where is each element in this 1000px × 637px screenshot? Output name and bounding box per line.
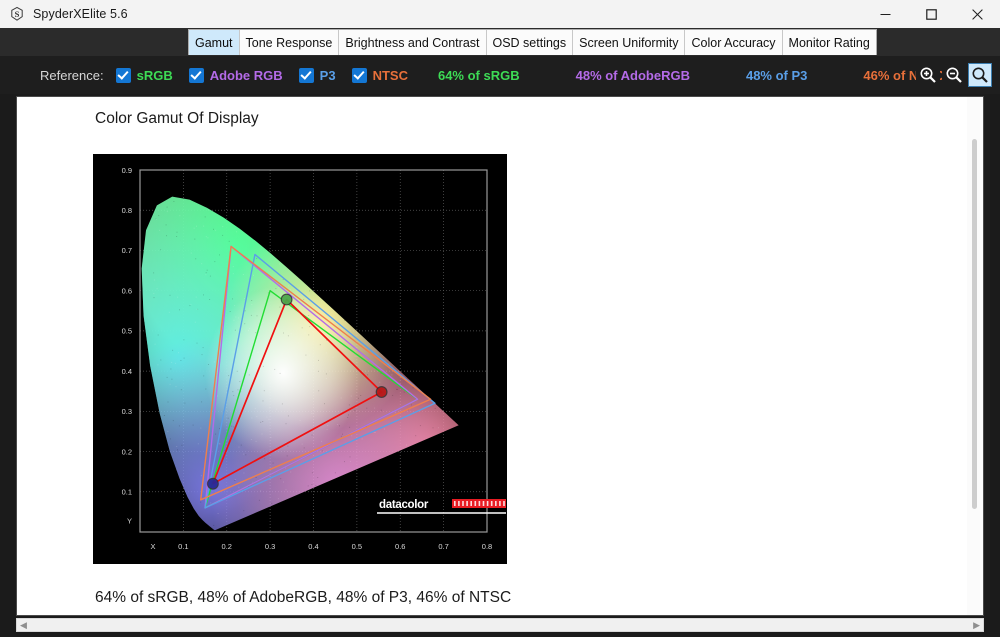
- axis-tick-label: 0.7: [122, 246, 132, 255]
- cie-chromaticity-chart: 0.1 0.2 0.3 0.4 0.5 0.6 0.7 0.8 0.1 0.2 0.3 0.4 0.5 0…: [93, 154, 507, 564]
- tab-gamut[interactable]: Gamut: [189, 30, 240, 55]
- tab-label: Monitor Rating: [788, 35, 870, 50]
- title-bar: S SpyderXElite 5.6: [0, 0, 1000, 29]
- tab-label: Brightness and Contrast: [345, 35, 480, 50]
- axis-tick-label: 0.8: [482, 542, 492, 551]
- reference-item-p3[interactable]: P3: [298, 67, 336, 83]
- axis-tick-label: 0.4: [122, 367, 132, 376]
- axis-tick-label: 0.8: [122, 206, 132, 215]
- reference-name: P3: [319, 67, 336, 83]
- axis-tick-label: 0.2: [122, 447, 132, 456]
- zoom-tool-group: [916, 63, 992, 87]
- axis-tick-label: 0.3: [122, 407, 132, 416]
- reference-label: Reference:: [40, 67, 104, 83]
- axis-tick-label: 0.9: [122, 166, 132, 175]
- tab-screen-uniformity[interactable]: Screen Uniformity: [573, 30, 686, 55]
- tab-brightness-and-contrast[interactable]: Brightness and Contrast: [339, 30, 487, 55]
- reference-item-srgb[interactable]: sRGB: [115, 67, 173, 83]
- coverage-adobergb: 48% of AdobeRGB: [575, 67, 690, 83]
- x-axis-label: X: [151, 542, 156, 551]
- checkbox-srgb[interactable]: [115, 67, 131, 83]
- tab-list: Gamut Tone Response Brightness and Contras…: [188, 29, 877, 55]
- reference-checkbox-group: sRGB Adobe RGB P3 NTSC: [115, 67, 424, 83]
- tab-label: OSD settings: [492, 35, 567, 50]
- reference-item-adobe-rgb[interactable]: Adobe RGB: [188, 67, 283, 83]
- axis-tick-label: 0.1: [122, 488, 132, 497]
- reference-item-ntsc[interactable]: NTSC: [351, 67, 408, 83]
- scroll-left-arrow-icon[interactable]: ◀: [17, 620, 30, 630]
- axis-tick-label: 0.4: [308, 542, 318, 551]
- tab-monitor-rating[interactable]: Monitor Rating: [782, 30, 876, 55]
- spyder-s-icon: S: [9, 6, 25, 22]
- tab-label: Color Accuracy: [691, 35, 776, 50]
- page-title: Color Gamut Of Display: [95, 110, 259, 127]
- axis-tick-label: 0.3: [265, 542, 275, 551]
- scroll-right-arrow-icon[interactable]: ▶: [970, 620, 983, 630]
- tab-label: Gamut: [195, 35, 233, 50]
- coverage-p3: 48% of P3: [745, 67, 808, 83]
- window-controls: [862, 0, 1000, 28]
- axis-tick-label: 0.6: [122, 286, 132, 295]
- tab-strip: Gamut Tone Response Brightness and Contras…: [0, 28, 1000, 56]
- horizontal-scrollbar[interactable]: ◀ ▶: [16, 618, 984, 632]
- spyderx-elite-window: S SpyderXElite 5.6 Gamut Tone Response Bri…: [0, 0, 1000, 637]
- reference-name: Adobe RGB: [209, 67, 283, 83]
- svg-text:datacolor: datacolor: [379, 499, 429, 511]
- window-title: SpyderXElite 5.6: [33, 7, 128, 21]
- axis-tick-label: 0.5: [352, 542, 362, 551]
- axis-tick-label: 0.1: [178, 542, 188, 551]
- minimize-button[interactable]: [862, 0, 908, 28]
- maximize-button[interactable]: [908, 0, 954, 28]
- checkbox-adobe-rgb[interactable]: [188, 67, 204, 83]
- gamut-vertex-marker-blue: [206, 477, 219, 490]
- gamut-vertex-marker-green: [280, 293, 293, 306]
- svg-text:S: S: [15, 9, 20, 19]
- tab-osd-settings[interactable]: OSD settings: [486, 30, 574, 55]
- tab-label: Screen Uniformity: [579, 35, 679, 50]
- checkbox-ntsc[interactable]: [351, 67, 367, 83]
- axis-tick-label: 0.2: [222, 542, 232, 551]
- reference-toolbar: Reference: sRGB Adobe RGB P3 NTSC 64% of sR…: [0, 56, 1000, 94]
- coverage-srgb: 64% of sRGB: [437, 67, 520, 83]
- y-axis-label: Y: [127, 517, 132, 526]
- zoom-out-icon[interactable]: [942, 63, 966, 87]
- report-content-panel: Color Gamut Of Display 0.1 0.2 0.3 0.4 0.5 0.…: [16, 96, 984, 616]
- axis-tick-label: 0.6: [395, 542, 405, 551]
- tab-tone-response[interactable]: Tone Response: [239, 30, 340, 55]
- zoom-reset-icon[interactable]: [968, 63, 992, 87]
- reference-name: sRGB: [136, 67, 173, 83]
- axis-tick-label: 0.7: [438, 542, 448, 551]
- gamut-coverage-caption: 64% of sRGB, 48% of AdobeRGB, 48% of P3,…: [95, 589, 512, 606]
- reference-name: NTSC: [372, 67, 408, 83]
- gamut-vertex-marker-red: [375, 386, 388, 399]
- zoom-in-icon[interactable]: [916, 63, 940, 87]
- vertical-scrollbar-thumb[interactable]: [972, 139, 977, 509]
- vertical-scrollbar[interactable]: [967, 97, 983, 615]
- checkbox-p3[interactable]: [298, 67, 314, 83]
- close-button[interactable]: [954, 0, 1000, 28]
- tab-color-accuracy[interactable]: Color Accuracy: [685, 30, 783, 55]
- tab-label: Tone Response: [245, 35, 333, 50]
- axis-tick-label: 0.5: [122, 327, 132, 336]
